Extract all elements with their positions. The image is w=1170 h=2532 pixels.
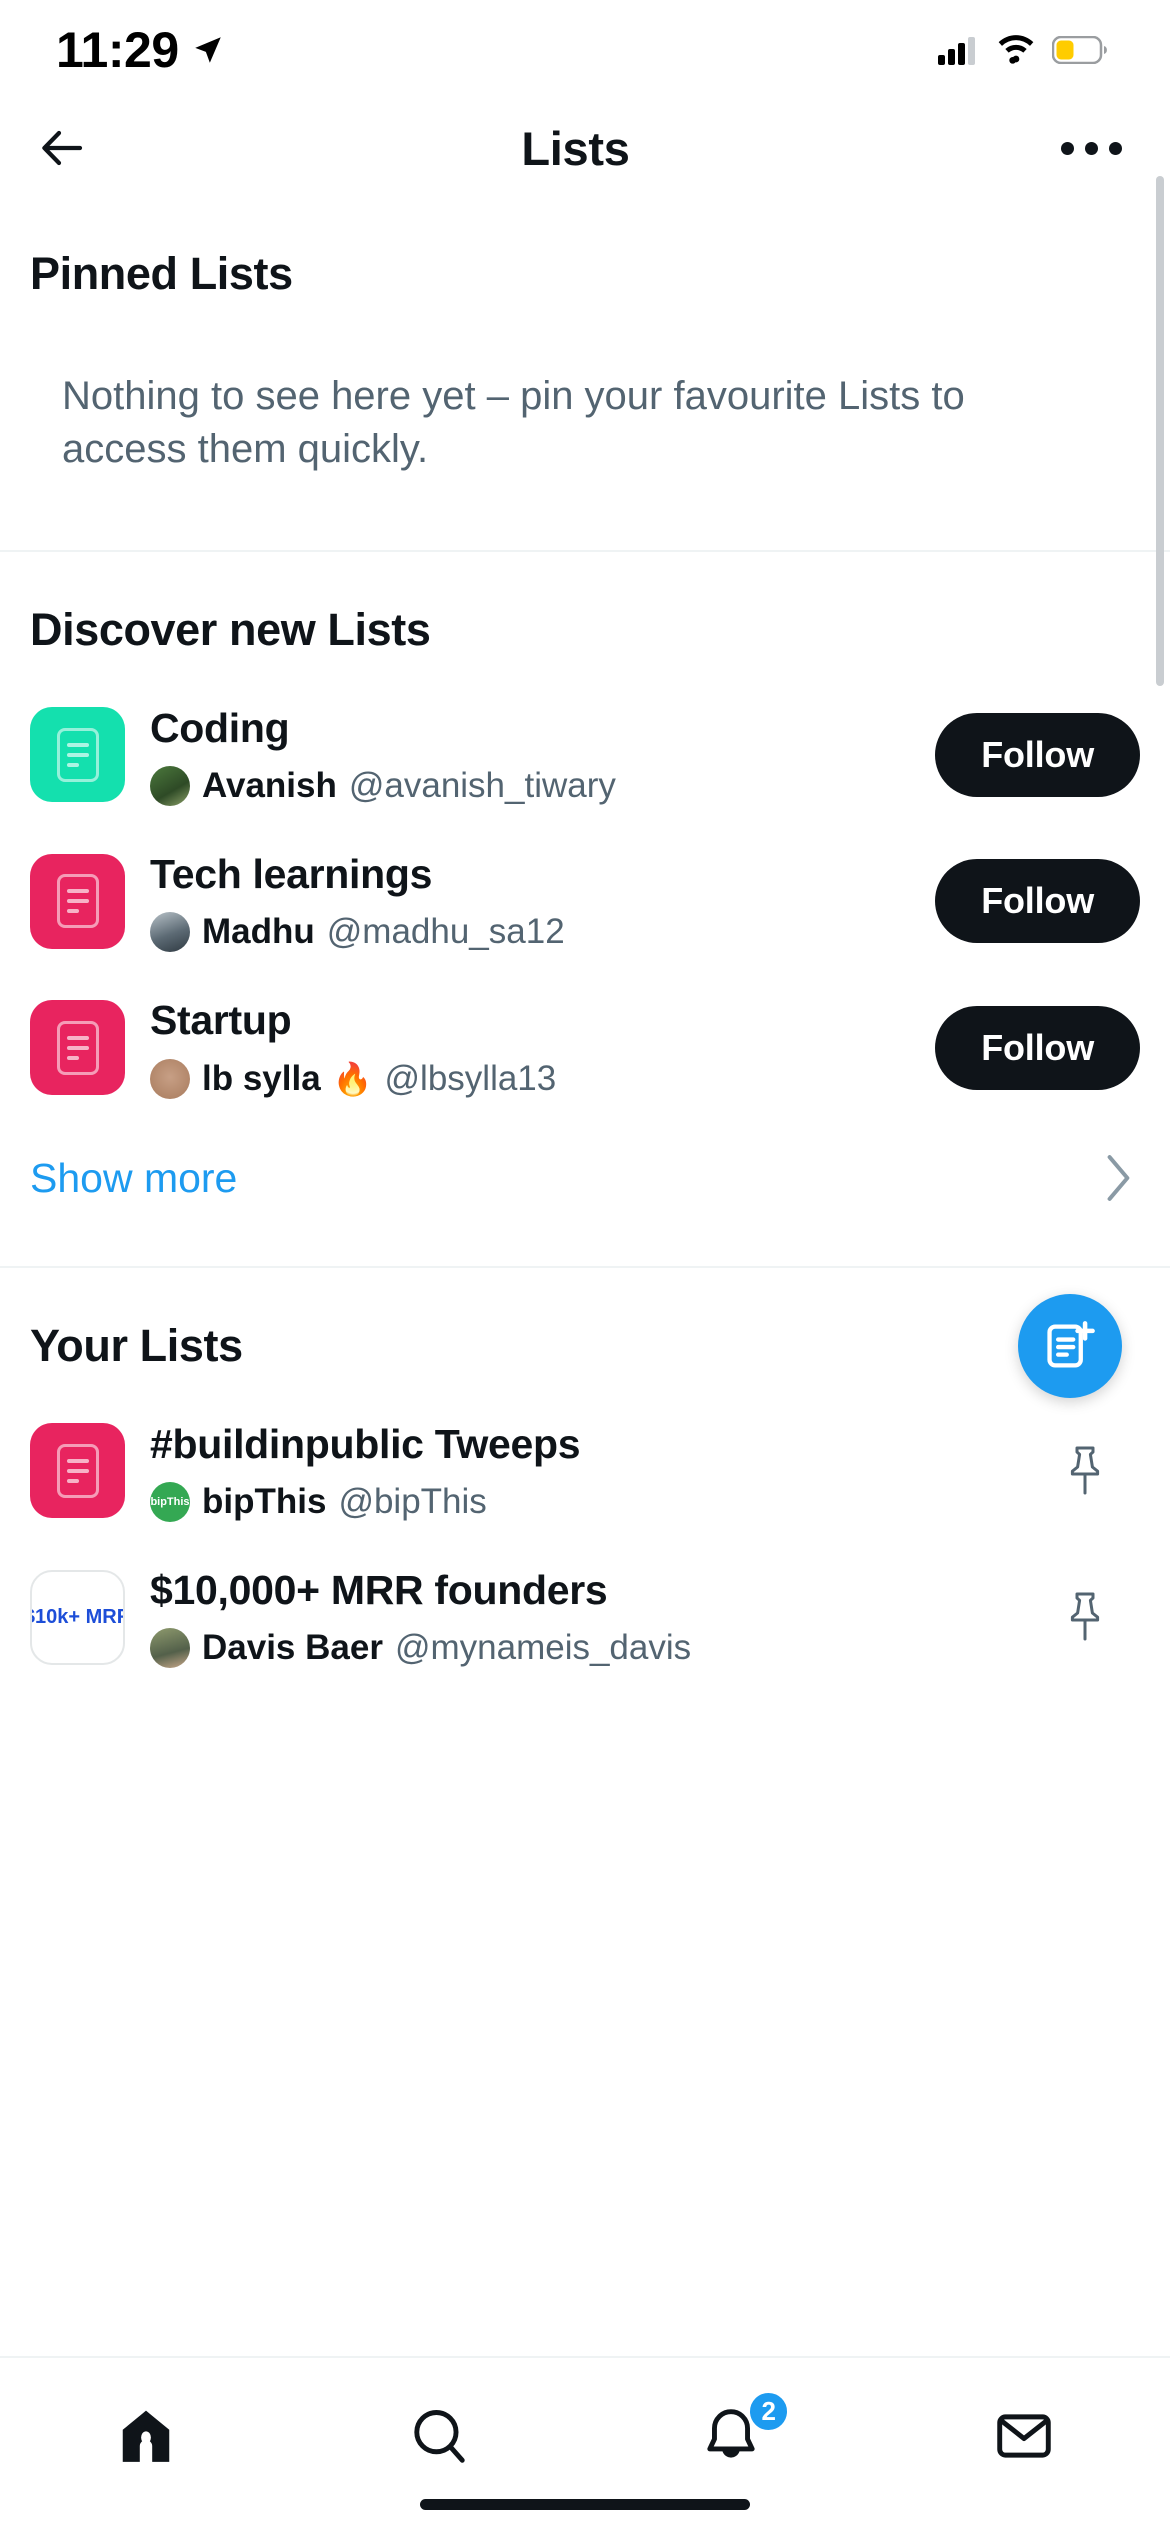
pin-icon	[1070, 1446, 1100, 1495]
owner-name: lb sylla	[202, 1058, 321, 1098]
search-icon	[414, 2410, 465, 2463]
status-time: 11:29	[56, 22, 179, 78]
list-row-main: Coding Avanish @avanish_tiwary	[125, 704, 935, 806]
home-icon	[123, 2410, 170, 2462]
list-item[interactable]: #buildinpublic Tweeps bipThis bipThis @b…	[0, 1398, 1170, 1544]
list-item[interactable]: $10k+ MRR $10,000+ MRR founders Davis Ba…	[0, 1544, 1170, 1690]
owner-handle: @lbsylla13	[384, 1058, 557, 1098]
list-name: Startup	[150, 997, 292, 1044]
list-avatar-tile	[30, 1423, 125, 1519]
list-avatar-tile	[30, 1000, 125, 1096]
battery-low-power-icon	[1052, 36, 1107, 64]
avatar	[150, 1628, 190, 1669]
list-doc-icon	[56, 727, 99, 782]
avatar-label: bipThis	[150, 1496, 190, 1509]
list-owner: bipThis bipThis @bipThis	[150, 1482, 1030, 1523]
list-avatar-tile	[30, 707, 125, 803]
show-more-row[interactable]: Show more	[0, 1121, 1170, 1236]
tab-notifications[interactable]: 2	[585, 2388, 878, 2484]
navigation-bar: Lists	[0, 100, 1170, 196]
avatar	[150, 1058, 190, 1099]
show-more-label: Show more	[30, 1154, 238, 1201]
status-bar-left: 11:29	[56, 21, 225, 79]
pin-list-button[interactable]	[1030, 1445, 1140, 1497]
lists-scroll-area[interactable]: Pinned Lists Nothing to see here yet – p…	[0, 196, 1170, 2356]
list-owner: lb sylla 🔥 @lbsylla13	[150, 1058, 935, 1099]
status-bar-right	[938, 35, 1108, 65]
cellular-signal-icon	[938, 37, 975, 65]
notification-badge: 2	[747, 2390, 791, 2433]
twitter-lists-screen: 11:29 Lists Pinned Lists Nothing to see …	[0, 0, 1170, 2532]
list-name: #buildinpublic Tweeps	[150, 1420, 581, 1467]
list-name: Tech learnings	[150, 850, 433, 897]
home-indicator	[420, 2499, 750, 2510]
list-item[interactable]: Tech learnings Madhu @madhu_sa12 Follow	[0, 828, 1170, 974]
vertical-scrollbar[interactable]	[1156, 176, 1164, 686]
list-name: $10,000+ MRR founders	[150, 1567, 608, 1614]
owner-handle: @madhu_sa12	[326, 912, 565, 952]
follow-button[interactable]: Follow	[935, 712, 1140, 797]
list-row-main: $10,000+ MRR founders Davis Baer @myname…	[125, 1566, 1030, 1669]
tab-messages[interactable]	[878, 2388, 1170, 2484]
fire-emoji-icon: 🔥	[332, 1060, 373, 1097]
follow-button[interactable]: Follow	[935, 859, 1140, 944]
avatar: bipThis	[150, 1482, 190, 1523]
list-avatar-tile	[30, 853, 125, 949]
list-avatar-tile: $10k+ MRR	[30, 1569, 125, 1665]
wifi-icon	[998, 35, 1034, 64]
page-title: Lists	[521, 121, 630, 175]
owner-handle: @avanish_tiwary	[348, 765, 616, 805]
list-row-main: #buildinpublic Tweeps bipThis bipThis @b…	[125, 1420, 1030, 1523]
create-new-list-button[interactable]	[1018, 1294, 1122, 1398]
pinned-lists-empty-message: Nothing to see here yet – pin your favou…	[62, 374, 965, 471]
list-name: Coding	[150, 704, 290, 751]
your-lists-heading: Your Lists	[30, 1319, 243, 1371]
create-new-list-icon	[1047, 1321, 1095, 1368]
owner-name: Davis Baer	[202, 1628, 383, 1668]
list-item[interactable]: Startup lb sylla 🔥 @lbsylla13 Follow	[0, 974, 1170, 1120]
owner-name: Madhu	[202, 912, 315, 952]
messages-envelope-icon	[997, 2414, 1051, 2458]
list-row-main: Tech learnings Madhu @madhu_sa12	[125, 850, 935, 953]
follow-button[interactable]: Follow	[935, 1005, 1140, 1090]
discover-lists-heading: Discover new Lists	[30, 603, 431, 655]
owner-handle: @mynameis_davis	[394, 1628, 692, 1668]
list-row-main: Startup lb sylla 🔥 @lbsylla13	[125, 996, 935, 1099]
pinned-lists-heading: Pinned Lists	[30, 248, 293, 299]
list-owner: Avanish @avanish_tiwary	[150, 765, 935, 806]
owner-name: bipThis	[202, 1482, 327, 1522]
tile-label: $10k+ MRR	[32, 1605, 123, 1628]
list-doc-icon	[56, 1020, 99, 1075]
owner-name: Avanish	[202, 765, 337, 805]
avatar	[150, 912, 190, 953]
pin-icon	[1070, 1592, 1100, 1641]
owner-handle: @bipThis	[338, 1482, 487, 1522]
back-arrow-icon[interactable]	[34, 124, 90, 172]
more-options-icon[interactable]	[1060, 141, 1122, 155]
list-doc-icon	[56, 1443, 99, 1498]
list-owner: Madhu @madhu_sa12	[150, 912, 935, 953]
list-item[interactable]: Coding Avanish @avanish_tiwary Follow	[0, 682, 1170, 828]
list-doc-icon	[56, 874, 99, 929]
tab-search[interactable]	[293, 2388, 586, 2484]
chevron-right-icon	[1107, 1155, 1130, 1202]
tab-home[interactable]	[0, 2388, 293, 2484]
list-owner: Davis Baer @mynameis_davis	[150, 1628, 1030, 1669]
avatar	[150, 765, 190, 806]
location-arrow-icon	[194, 37, 221, 63]
pin-list-button[interactable]	[1030, 1591, 1140, 1643]
status-bar: 11:29	[0, 0, 1170, 100]
